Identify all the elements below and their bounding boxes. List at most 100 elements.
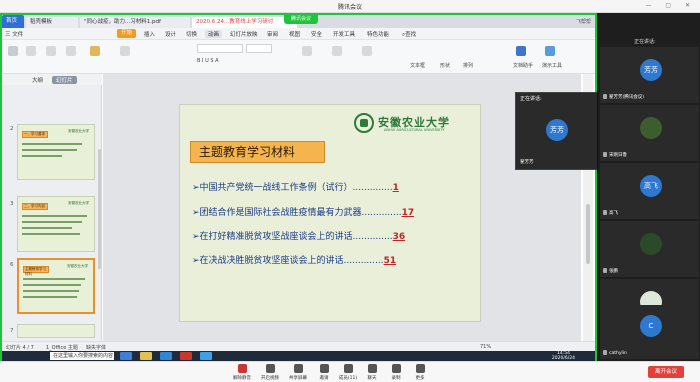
share-screen-button[interactable]: 共享屏幕: [286, 364, 310, 381]
wps-icon[interactable]: [180, 352, 192, 360]
theme-name: 1_Office 主题: [46, 345, 78, 351]
slide-thumbnail-selected[interactable]: 主题教育学习材料 安徽农业大学: [17, 258, 95, 314]
slide-counter: 幻灯片 4 / 7: [6, 345, 34, 351]
item-page[interactable]: 36: [393, 232, 406, 242]
thumb-text-line: [22, 221, 82, 223]
chat-button[interactable]: 聊天: [360, 364, 384, 381]
taskbar-app-icon[interactable]: [160, 352, 172, 360]
more-button[interactable]: 更多: [408, 364, 432, 381]
ribbon-doc-assistant[interactable]: 文档助手: [513, 62, 533, 69]
list-icon[interactable]: [332, 46, 342, 56]
invite-icon: [319, 364, 329, 373]
ribbon-arrange[interactable]: 排列: [463, 62, 473, 69]
menu-animation[interactable]: 动画: [205, 30, 223, 38]
mic-icon: [603, 94, 607, 99]
thumb-text-line: [22, 155, 62, 157]
windows-taskbar: 在这里输入你要搜索的内容 14:54 2020/6/24: [2, 351, 595, 361]
thumb-logo: 安徽农业大学: [68, 201, 89, 205]
font-size-field[interactable]: [246, 44, 272, 53]
tab-home[interactable]: 首页: [2, 15, 24, 28]
font-name-field[interactable]: [197, 44, 243, 53]
spacing-icon[interactable]: [362, 46, 372, 56]
screen-share-badge: 腾讯会议: [284, 15, 318, 24]
wps-tab-bar: 首页 稻壳模板 "同心战疫，助力...习材料1.pdf 2020.6.24...…: [2, 15, 595, 28]
slide-thumbnail[interactable]: [17, 324, 95, 338]
menu-devtools[interactable]: 开发工具: [333, 30, 355, 38]
ribbon-textbox[interactable]: 文本框: [410, 62, 425, 69]
tab-presentation[interactable]: 2020.6.24...教育线上学习研讨: [192, 17, 297, 28]
participant-tile[interactable]: 宋刚日鲁: [600, 105, 699, 161]
thumb-text-line: [22, 143, 82, 145]
reset-icon[interactable]: [120, 46, 130, 56]
menu-view[interactable]: 视图: [289, 30, 300, 38]
camera-icon: [265, 364, 275, 373]
taskbar-app-icon[interactable]: [120, 352, 132, 360]
video-button[interactable]: 开启视频: [258, 364, 282, 381]
more-icon: [415, 364, 425, 373]
tab-slides[interactable]: 幻灯片: [52, 76, 77, 84]
ribbon-present-tools[interactable]: 演示工具: [542, 62, 562, 69]
menu-insert[interactable]: 插入: [144, 30, 155, 38]
copy-icon[interactable]: [46, 46, 56, 56]
meeting-icon[interactable]: [200, 352, 212, 360]
doc-assistant-icon[interactable]: [516, 46, 526, 56]
format-painter-icon[interactable]: [66, 46, 76, 56]
menu-security[interactable]: 安全: [311, 30, 322, 38]
unmute-button[interactable]: 解除静音: [230, 364, 254, 381]
university-name-en: ANHUI AGRICULTURAL UNIVERSITY: [384, 128, 445, 132]
item-page[interactable]: 1: [393, 183, 399, 193]
participant-name-text: cathylin: [609, 351, 627, 356]
invite-button[interactable]: 邀请: [312, 364, 336, 381]
item-text: ➢中国共产党统一战线工作条例（试行）: [192, 183, 353, 193]
missing-font[interactable]: 缺失字体: [86, 344, 106, 351]
button-label: 共享屏幕: [289, 376, 307, 381]
thumb-text-line: [22, 149, 77, 151]
current-slide[interactable]: 安徽农业大学 ANHUI AGRICULTURAL UNIVERSITY 主题教…: [179, 104, 481, 322]
menu-transition[interactable]: 切换: [186, 30, 197, 38]
item-page[interactable]: 17: [402, 208, 415, 218]
button-label: 解除静音: [233, 376, 251, 381]
font-style-buttons[interactable]: B I U S A: [197, 58, 219, 64]
scrollbar-thumb[interactable]: [586, 204, 590, 264]
menu-file[interactable]: 三 文件: [5, 30, 23, 38]
cut-icon[interactable]: [26, 46, 36, 56]
taskbar-clock: 14:54 2020/6/24: [552, 351, 575, 361]
taskbar-search[interactable]: 在这里输入你要搜索的内容: [50, 352, 114, 360]
ribbon-shape[interactable]: 形状: [440, 62, 450, 69]
participant-tile[interactable]: 高飞 高飞: [600, 163, 699, 219]
button-label: 更多: [415, 376, 425, 381]
members-button[interactable]: 成员(11): [336, 364, 360, 381]
slide-number: 3: [10, 201, 14, 207]
item-text: ➢在决战决胜脱贫攻坚座谈会上的讲话: [192, 256, 344, 266]
present-tools-icon[interactable]: [545, 46, 555, 56]
tab-template[interactable]: 稻壳模板: [26, 17, 78, 28]
item-page[interactable]: 51: [384, 256, 397, 266]
menu-slideshow[interactable]: 幻灯片放映: [230, 30, 258, 38]
menu-design[interactable]: 设计: [165, 30, 176, 38]
participant-name: 宋刚日鲁: [603, 152, 627, 158]
align-icon[interactable]: [302, 46, 312, 56]
record-button[interactable]: 录制: [384, 364, 408, 381]
menu-search[interactable]: ⌕查找: [402, 30, 416, 39]
leave-meeting-button[interactable]: 离开会议: [648, 366, 684, 378]
window-controls[interactable]: — ▢ ✕: [645, 2, 696, 9]
wps-user[interactable]: 飞帮帮: [576, 18, 591, 25]
avatar: C: [640, 315, 662, 337]
participant-tile[interactable]: 芳芳 翟芳芳(腾讯会议): [600, 47, 699, 103]
menu-review[interactable]: 审阅: [267, 30, 278, 38]
zoom-level[interactable]: 71%: [480, 344, 491, 350]
slide-thumbnail[interactable]: 一、学习要求 安徽农业大学: [17, 124, 95, 180]
participant-name-text: 高飞: [609, 211, 618, 216]
participant-tile[interactable]: C cathylin: [600, 305, 699, 359]
tab-outline[interactable]: 大纲: [32, 76, 43, 84]
slide-thumbnail[interactable]: 二、学习内容 安徽农业大学: [17, 196, 95, 252]
panel-scrollbar[interactable]: [98, 149, 101, 269]
paste-icon[interactable]: [8, 46, 18, 56]
chat-icon: [367, 364, 377, 373]
folder-icon[interactable]: [140, 352, 152, 360]
menu-features[interactable]: 特色功能: [367, 30, 389, 38]
participant-tile[interactable]: 张鹏: [600, 221, 699, 277]
new-slide-icon[interactable]: [90, 46, 100, 56]
tab-pdf[interactable]: "同心战疫，助力...习材料1.pdf: [80, 17, 190, 28]
menu-start[interactable]: 开始: [117, 29, 137, 38]
